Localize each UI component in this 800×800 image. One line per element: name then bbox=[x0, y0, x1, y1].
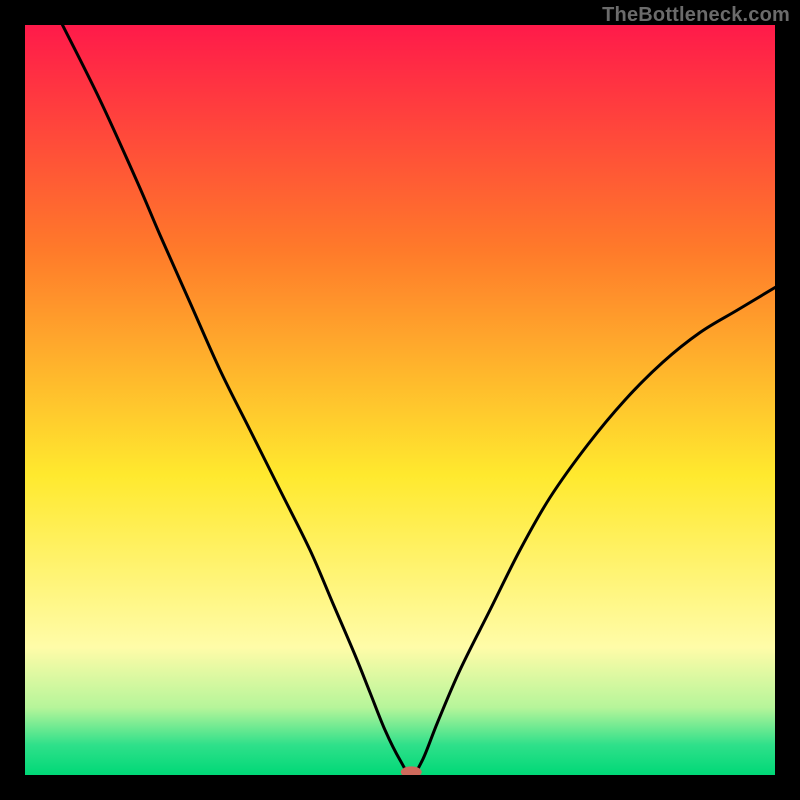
bottleneck-plot bbox=[25, 25, 775, 775]
gradient-background bbox=[25, 25, 775, 775]
chart-stage: TheBottleneck.com bbox=[0, 0, 800, 800]
watermark-text: TheBottleneck.com bbox=[602, 4, 790, 27]
